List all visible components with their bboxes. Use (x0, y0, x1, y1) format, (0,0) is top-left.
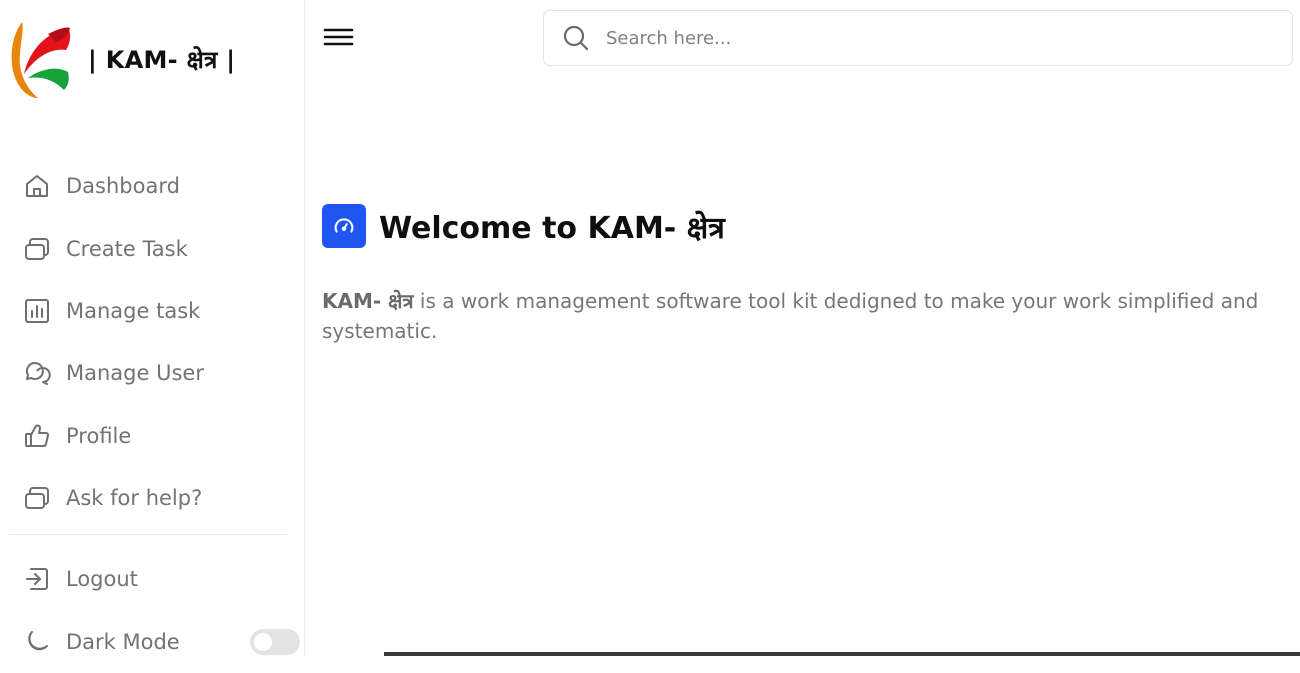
sidebar-item-label: Dashboard (66, 174, 180, 199)
sidebar-bottom-nav: Logout Dark Mode (22, 548, 300, 673)
speedometer-icon (322, 204, 366, 248)
sidebar-item-label: Manage task (66, 298, 201, 323)
sidebar-item-label: Profile (66, 423, 132, 448)
page-title: Welcome to KAM- क्षेत्र (379, 210, 725, 246)
brand-logo (11, 22, 71, 98)
brand[interactable]: | KAM- क्षेत्र | (8, 18, 235, 100)
sidebar-item-label: Manage User (66, 361, 204, 386)
layers-icon (22, 234, 52, 264)
search-bar (543, 10, 1293, 66)
welcome-header: Welcome to KAM- क्षेत्र (322, 204, 725, 248)
thumbs-up-icon (22, 421, 52, 451)
taskbar-edge (384, 652, 1300, 656)
chat-bubbles-icon (22, 358, 52, 388)
moon-icon (22, 627, 52, 657)
search-input[interactable] (606, 27, 1246, 49)
sidebar-item-ask-for-help[interactable]: Ask for help? (22, 467, 292, 529)
bar-chart-icon (22, 296, 52, 326)
sidebar-item-logout[interactable]: Logout (22, 548, 292, 610)
sidebar-item-manage-user[interactable]: Manage User (22, 342, 292, 404)
logout-icon (22, 564, 52, 594)
app-name-strong: KAM- क्षेत्र (322, 289, 414, 313)
hamburger-menu-icon[interactable] (322, 24, 356, 52)
sidebar-item-label: Logout (66, 567, 138, 592)
sidebar-item-create-task[interactable]: Create Task (22, 217, 292, 279)
sidebar-item-label: Dark Mode (66, 629, 180, 654)
sidebar-item-manage-task[interactable]: Manage task (22, 280, 292, 342)
layers-icon (22, 483, 52, 513)
description-text: is a work management software tool kit d… (322, 289, 1259, 343)
search-icon[interactable] (562, 24, 590, 52)
sidebar-item-label: Ask for help? (66, 486, 203, 511)
sidebar: | KAM- क्षेत्र | Dashboard Create Task M… (0, 0, 305, 656)
sidebar-item-dashboard[interactable]: Dashboard (22, 155, 292, 217)
dark-mode-toggle[interactable] (250, 628, 300, 655)
toggle-knob (254, 632, 272, 651)
sidebar-item-profile[interactable]: Profile (22, 405, 292, 467)
sidebar-nav: Dashboard Create Task Manage task Manage… (22, 155, 292, 529)
sidebar-divider (10, 534, 286, 535)
sidebar-item-label: Create Task (66, 236, 188, 261)
home-icon (22, 171, 52, 201)
brand-name: | KAM- क्षेत्र | (88, 45, 236, 74)
sidebar-item-dark-mode: Dark Mode (22, 610, 300, 672)
app-description: KAM- क्षेत्र is a work management softwa… (322, 286, 1282, 346)
